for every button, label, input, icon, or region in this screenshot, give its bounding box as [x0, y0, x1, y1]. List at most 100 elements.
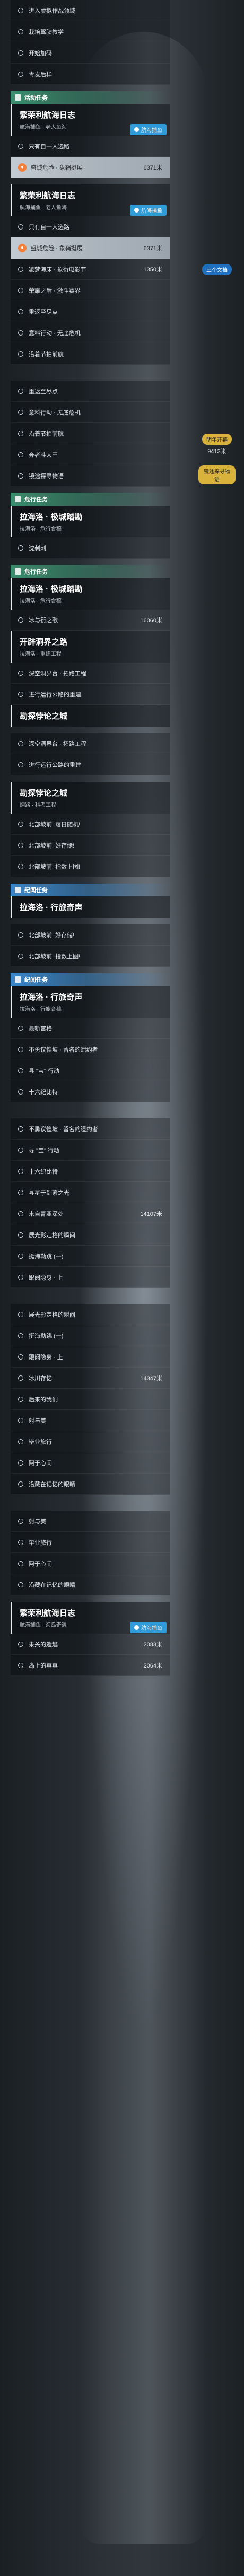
quest-row[interactable]: 未关的遗趣 2083米: [11, 1634, 170, 1655]
quest-row[interactable]: 射与美: [11, 1511, 170, 1532]
quest-distance: 2064米: [143, 1662, 162, 1669]
quest-distance: 2083米: [143, 1641, 162, 1648]
quest-row[interactable]: 射与美: [11, 1410, 170, 1431]
quest-circle-icon: [18, 1518, 23, 1524]
quest-row[interactable]: 奔者斗大王: [11, 444, 170, 465]
quest-row[interactable]: 十六纪比特: [11, 1081, 170, 1102]
quest-circle-icon: [18, 224, 23, 230]
danger-quest-icon: [15, 496, 21, 502]
map-marker[interactable]: 三个文档: [198, 264, 236, 275]
quest-row[interactable]: 寻 "宝" 行动: [11, 1060, 170, 1081]
quest-group-card[interactable]: 拉海洛 · 行旅奇声 拉海洛 · 行旅合稿: [11, 986, 170, 1018]
quest-row[interactable]: 青发后样: [11, 64, 170, 85]
quest-row[interactable]: 十六纪比特: [11, 1161, 170, 1182]
quest-row[interactable]: 沿藏在记忆的眼睛: [11, 1574, 170, 1595]
quest-row[interactable]: 北部坡前! 好存储!: [11, 924, 170, 946]
quest-group-card[interactable]: 拉海洛 · 行旅奇声: [11, 896, 170, 918]
quest-row[interactable]: 毕业旅行: [11, 1431, 170, 1452]
quest-circle-icon: [18, 1232, 23, 1238]
quest-group-card[interactable]: 勘探悖论之城: [11, 705, 170, 727]
quest-circle-icon: [18, 308, 23, 314]
quest-circle-icon: [18, 1354, 23, 1360]
quest-circle-icon: [18, 670, 23, 676]
quest-label: 奔者斗大王: [29, 452, 58, 458]
quest-label: 沿藏在记忆的眼睛: [29, 1481, 75, 1488]
quest-group-subtitle: 拉海洛 · 行旅合稿: [20, 1007, 62, 1012]
quest-row[interactable]: 冰川存忆 14347米: [11, 1368, 170, 1389]
quest-row[interactable]: 重返至尽点: [11, 381, 170, 402]
quest-row[interactable]: 沿着节拍前航: [11, 343, 170, 365]
quest-row[interactable]: 重返至尽点: [11, 301, 170, 322]
quest-label: 进行运行公路的重建: [29, 691, 81, 698]
category-header: 纪闻任务: [11, 884, 170, 896]
quest-row[interactable]: 意料行动 · 无底危机: [11, 402, 170, 423]
quest-row[interactable]: 只有自一人选路: [11, 216, 170, 237]
quest-label: 阿于心间: [29, 1460, 52, 1467]
quest-row[interactable]: 毕业旅行: [11, 1532, 170, 1553]
quest-row[interactable]: 进行运行公路的重建: [11, 684, 170, 705]
quest-row[interactable]: 栽培驾驶教学: [11, 21, 170, 42]
quest-circle-icon: [18, 7, 23, 13]
quest-row[interactable]: 凌梦海床 · 象衍电影节 1350米: [11, 259, 170, 280]
quest-row[interactable]: 挺海勒跳 (一): [11, 1246, 170, 1267]
quest-row[interactable]: 开始加码: [11, 42, 170, 64]
quest-group-card[interactable]: 繁荣利航海日志 航海捕鱼 · 老人鱼海 航海捕鱼: [11, 184, 170, 216]
quest-row[interactable]: 寻 "宝" 行动: [11, 1140, 170, 1161]
quest-label: 重返至尽点: [29, 308, 58, 315]
marker-label: 明年开幕: [202, 434, 232, 445]
quest-row[interactable]: 来自青亚深处 14107米: [11, 1203, 170, 1224]
quest-row[interactable]: 展光影定格的瞬间: [11, 1304, 170, 1325]
quest-circle-icon: [18, 1089, 23, 1095]
quest-group-card[interactable]: 开辟洞界之路 拉海洛 · 重建工程: [11, 631, 170, 663]
quest-group-card[interactable]: 拉海洛 · 极城踏勘 拉海洛 · 危行合稿: [11, 506, 170, 537]
quest-row[interactable]: 只有自一人选路: [11, 136, 170, 157]
quest-row[interactable]: 跟阅隐身 · 上: [11, 1267, 170, 1288]
quest-group-title: 拉海洛 · 行旅奇声: [20, 993, 83, 1002]
quest-group-card[interactable]: 繁荣利航海日志 航海捕鱼 · 老人鱼海 航海捕鱼: [11, 104, 170, 136]
quest-row[interactable]: 后来的我们: [11, 1389, 170, 1410]
quest-row[interactable]: 北部坡前! 落日随机!: [11, 814, 170, 835]
quest-row[interactable]: 寻星于到繁之光: [11, 1182, 170, 1203]
quest-group-card[interactable]: 繁荣利航海日志 航海捕鱼 · 海岛奇遇 航海捕鱼: [11, 1602, 170, 1634]
quest-row[interactable]: 阿于心间: [11, 1553, 170, 1574]
quest-row[interactable]: 不勇议惶坡 · 留名的遗约者: [11, 1039, 170, 1060]
quest-row[interactable]: 岛上的真真 2064米: [11, 1655, 170, 1676]
quest-circle-icon: [18, 430, 23, 436]
quest-row-active[interactable]: ● 盛城危险 · 象鞘挺展 6371米: [11, 157, 170, 178]
quest-row[interactable]: 最新宫格: [11, 1018, 170, 1039]
quest-row[interactable]: 阿于心间: [11, 1452, 170, 1474]
quest-group-card[interactable]: 拉海洛 · 极城踏勘 拉海洛 · 危行合稿: [11, 578, 170, 610]
section-danger-quests-2: 危行任务 拉海洛 · 极城踏勘 拉海洛 · 危行合稿 冰与衍之歌 16060米 开…: [0, 565, 244, 877]
category-header: 危行任务: [11, 565, 170, 578]
quest-row[interactable]: 挺海勒跳 (一): [11, 1325, 170, 1346]
quest-row[interactable]: 镜途探寻物语: [11, 465, 170, 487]
quest-circle-icon: [18, 545, 23, 551]
quest-row[interactable]: 意料行动 · 无底危机: [11, 322, 170, 343]
quest-row[interactable]: 北部坡前! 好存储!: [11, 835, 170, 856]
quest-row[interactable]: 沈刺刺: [11, 537, 170, 559]
section-event-quests-2: 繁荣利航海日志 航海捕鱼 · 老人鱼海 航海捕鱼 只有自一人选路 ● 盛城危险 ·…: [0, 184, 244, 365]
quest-row[interactable]: 北部坡前! 指数上图!: [11, 946, 170, 967]
quest-row[interactable]: 展光影定格的瞬间: [11, 1224, 170, 1246]
quest-group-card[interactable]: 勘探悖论之城 翻路 · 科考工程: [11, 782, 170, 814]
quest-row[interactable]: 冰与衍之歌 16060米: [11, 610, 170, 631]
quest-row-active[interactable]: ● 盛城危险 · 象鞘挺展 6371米: [11, 237, 170, 259]
quest-row[interactable]: 沿着节拍前航: [11, 423, 170, 444]
quest-distance: 6371米: [143, 245, 162, 252]
quest-label: 十六纪比特: [29, 1168, 58, 1175]
quest-row[interactable]: 深空洞界台 · 拓路工程: [11, 663, 170, 684]
quest-row[interactable]: 沿藏在记忆的眼睛: [11, 1474, 170, 1495]
quest-circle-icon: [18, 1068, 23, 1073]
quest-label: 十六纪比特: [29, 1089, 58, 1096]
marker-label: 三个文档: [202, 264, 232, 275]
quest-row[interactable]: 北部坡前! 指数上图!: [11, 856, 170, 877]
quest-row[interactable]: 进行运行公路的重建: [11, 754, 170, 775]
quest-row[interactable]: 跟阅隐身 · 上: [11, 1346, 170, 1368]
map-marker[interactable]: 明年开幕 9413米: [198, 434, 236, 455]
quest-label: 北部坡前! 好存储!: [29, 842, 75, 849]
quest-row[interactable]: 荣耀之后 · 激斗赛界: [11, 280, 170, 301]
quest-row[interactable]: 不勇议惶坡 · 留名的遗约者: [11, 1118, 170, 1140]
quest-row[interactable]: 进入虚拟作战领域!: [11, 0, 170, 21]
quest-row[interactable]: 深空洞界台 · 拓路工程: [11, 733, 170, 754]
map-marker[interactable]: 镜途探寻物语: [198, 465, 236, 484]
